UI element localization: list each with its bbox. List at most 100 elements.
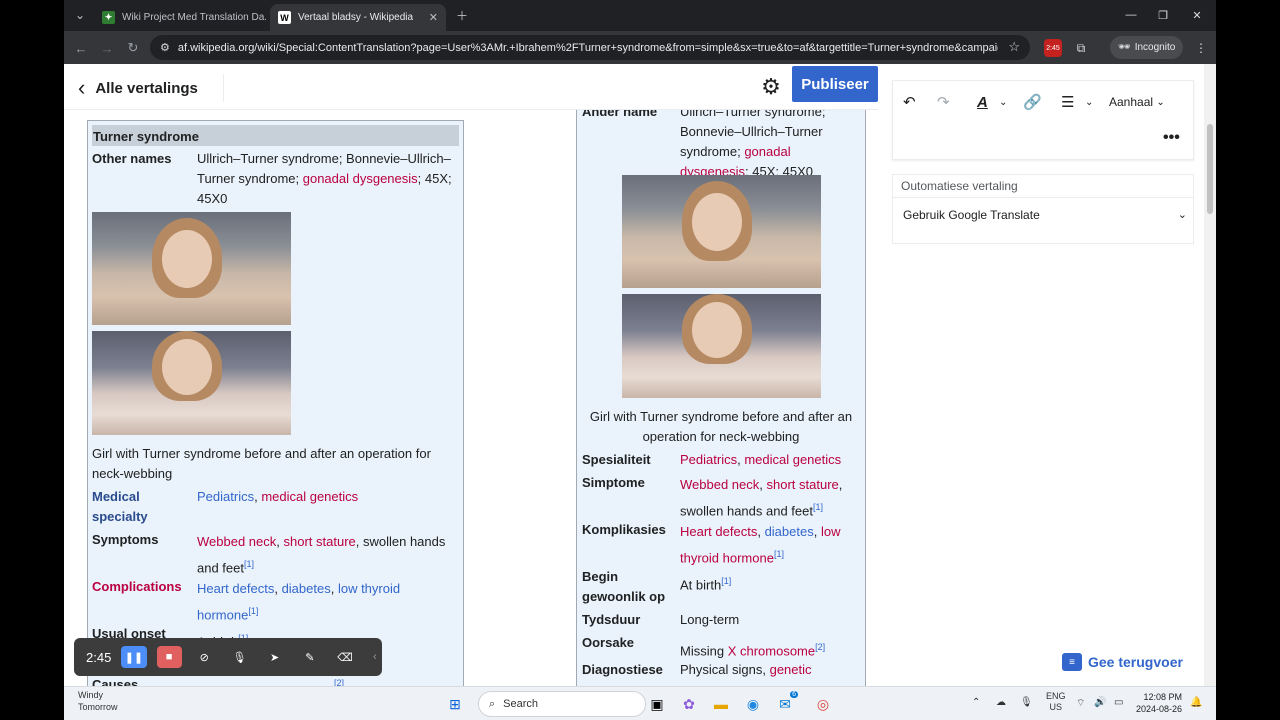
short-stature-link[interactable]: short stature	[767, 477, 839, 492]
folder-icon[interactable]: ▬	[712, 695, 730, 713]
language-indicator[interactable]: ENG US	[1046, 691, 1066, 713]
feedback-button[interactable]: ≡ Gee terugvoer	[1062, 650, 1183, 674]
undo-icon[interactable]: ↶	[903, 91, 916, 113]
redo-icon[interactable]: ↷	[937, 91, 950, 113]
pen-icon[interactable]: ✎	[297, 646, 322, 668]
tray-chevron-icon[interactable]: ⌃	[972, 697, 980, 708]
page-scrollbar[interactable]	[1204, 64, 1216, 686]
extensions-puzzle-icon[interactable]: ⧉	[1072, 39, 1090, 57]
recorder-extension-icon[interactable]: 2:45	[1044, 39, 1062, 57]
diabetes-link[interactable]: diabetes	[282, 581, 331, 596]
windows-start-icon[interactable]: ⊞	[446, 695, 464, 713]
back-arrow-icon[interactable]: ←	[72, 39, 90, 57]
more-options-icon[interactable]: •••	[1163, 127, 1180, 149]
mt-provider-select[interactable]: Gebruik Google Translate ⌄	[893, 197, 1193, 231]
wifi-icon[interactable]: ⌔	[1076, 697, 1085, 710]
reference-link[interactable]: [1]	[248, 606, 258, 616]
hormone-link[interactable]: hormone	[197, 607, 248, 622]
pediatrics-link[interactable]: Pediatrics	[197, 489, 254, 504]
webbed-neck-link[interactable]: Webbed neck	[197, 534, 276, 549]
tab-wiki-project-med[interactable]: ✦ Wiki Project Med Translation Da... ✕	[94, 4, 266, 31]
back-to-translations-button[interactable]: ‹ Alle vertalings	[78, 74, 224, 102]
edge-icon[interactable]: ◉	[744, 695, 762, 713]
pediatrics-link[interactable]: Pediatrics	[680, 452, 737, 467]
medical-genetics-link[interactable]: medical genetics	[261, 489, 358, 504]
simptome-text: swollen hands and feet	[680, 503, 813, 519]
eraser-icon[interactable]: ⌫	[332, 646, 357, 668]
gonadal-link[interactable]: gonadal	[744, 144, 790, 159]
taskbar-search[interactable]: ⌕ Search	[478, 691, 646, 717]
maximize-icon[interactable]: ❐	[1148, 6, 1178, 24]
low-link[interactable]: low	[821, 524, 841, 539]
reference-link[interactable]: [2]	[815, 642, 825, 652]
begin-text: At birth	[680, 577, 722, 593]
volume-icon[interactable]: 🔊	[1094, 697, 1106, 708]
infobox-title: Turner syndrome	[92, 125, 459, 146]
site-info-icon[interactable]: ⚙	[160, 41, 170, 54]
weather-widget[interactable]: Windy Tomorrow	[78, 689, 118, 713]
pause-icon[interactable]: ❚❚	[121, 646, 147, 668]
medical-specialty-label[interactable]: Medical specialty	[92, 487, 148, 527]
complications-label[interactable]: Complications	[92, 577, 182, 597]
genetic-link[interactable]: genetic	[770, 662, 812, 677]
low-thyroid-link[interactable]: low thyroid	[338, 581, 400, 596]
chevron-down-icon[interactable]: ⌄	[1085, 91, 1093, 113]
face-shape	[692, 302, 742, 358]
forward-arrow-icon[interactable]: →	[98, 39, 116, 57]
copilot-icon[interactable]: ✿	[680, 695, 698, 713]
short-stature-link[interactable]: short stature	[284, 534, 356, 549]
address-bar[interactable]: ⚙ af.wikipedia.org/wiki/Special:ContentT…	[150, 35, 1030, 60]
system-clock[interactable]: 12:08 PM 2024-08-26	[1136, 691, 1182, 715]
cloud-icon[interactable]: ☁	[996, 697, 1006, 708]
after-surgery-photo	[92, 331, 291, 435]
reference-link[interactable]: [1]	[721, 576, 731, 586]
ander-name-value[interactable]: Ullrich–Turner syndrome; Bonnevie–Ullric…	[680, 110, 860, 182]
publish-button[interactable]: Publiseer	[792, 66, 878, 102]
new-tab-icon[interactable]: ＋	[452, 6, 472, 24]
tab-vertaal-bladsy[interactable]: W Vertaal bladsy - Wikipedia ✕	[270, 4, 446, 31]
gonadal-dysgenesis-link[interactable]: gonadal dysgenesis	[303, 171, 418, 186]
reference-link[interactable]: [1]	[244, 559, 254, 569]
scrollbar-thumb[interactable]	[1207, 124, 1213, 214]
cite-dropdown[interactable]: Aanhaal ⌄	[1109, 91, 1165, 113]
chrome-icon[interactable]: ◎	[814, 695, 832, 713]
outlook-icon[interactable]: ✉ 6	[776, 691, 798, 713]
battery-icon[interactable]: ▭	[1114, 697, 1123, 708]
tab-search-icon[interactable]: ⌄	[70, 6, 90, 24]
spesialiteit-value: Pediatrics, medical genetics	[680, 452, 842, 467]
diabetes-link[interactable]: diabetes	[765, 524, 814, 539]
minimize-icon[interactable]: —	[1116, 6, 1146, 24]
microphone-icon[interactable]: 🎙	[227, 646, 252, 668]
camera-off-icon[interactable]: ⊘	[192, 646, 217, 668]
heart-defects-link[interactable]: Heart defects	[197, 581, 274, 596]
bookmark-star-icon[interactable]: ☆	[1008, 39, 1020, 55]
heart-defects-link[interactable]: Heart defects	[680, 524, 757, 539]
reference-link[interactable]: [1]	[813, 502, 823, 512]
text-style-icon[interactable]: A	[977, 91, 988, 113]
image-caption[interactable]: Girl with Turner syndrome before and aft…	[577, 407, 865, 447]
mic-tray-icon[interactable]: 🎙	[1020, 697, 1033, 708]
reload-icon[interactable]: ↻	[124, 39, 142, 57]
browser-toolbar: ← → ↻ ⚙ af.wikipedia.org/wiki/Special:Co…	[64, 31, 1216, 64]
incognito-indicator[interactable]: 🕶 Incognito	[1110, 36, 1184, 59]
stop-icon[interactable]: ■	[156, 646, 182, 668]
file-explorer-icon[interactable]: ▣	[648, 695, 666, 713]
notification-bell-icon[interactable]: 🔔	[1190, 697, 1202, 708]
label-line: Medical	[92, 489, 140, 504]
reference-link[interactable]: [1]	[774, 549, 784, 559]
collapse-icon[interactable]: ‹	[368, 646, 382, 668]
webbed-neck-link[interactable]: Webbed neck	[680, 477, 759, 492]
link-icon[interactable]: 🔗	[1023, 91, 1042, 113]
reference-link[interactable]: [2]	[334, 678, 344, 686]
window-close-icon[interactable]: ✕	[1182, 6, 1212, 24]
cursor-icon[interactable]: ➤	[262, 646, 287, 668]
incognito-icon: 🕶	[1118, 42, 1131, 53]
list-icon[interactable]: ☰	[1061, 91, 1074, 113]
settings-gear-icon[interactable]: ⚙	[758, 74, 784, 100]
close-icon[interactable]: ✕	[429, 11, 438, 24]
chevron-down-icon[interactable]: ⌄	[999, 91, 1007, 113]
medical-genetics-link[interactable]: medical genetics	[744, 452, 841, 467]
browser-menu-icon[interactable]: ⋮	[1192, 39, 1210, 57]
x-chromosome-link[interactable]: X chromosome	[728, 643, 815, 658]
thyroid-hormone-link[interactable]: thyroid hormone	[680, 550, 774, 565]
